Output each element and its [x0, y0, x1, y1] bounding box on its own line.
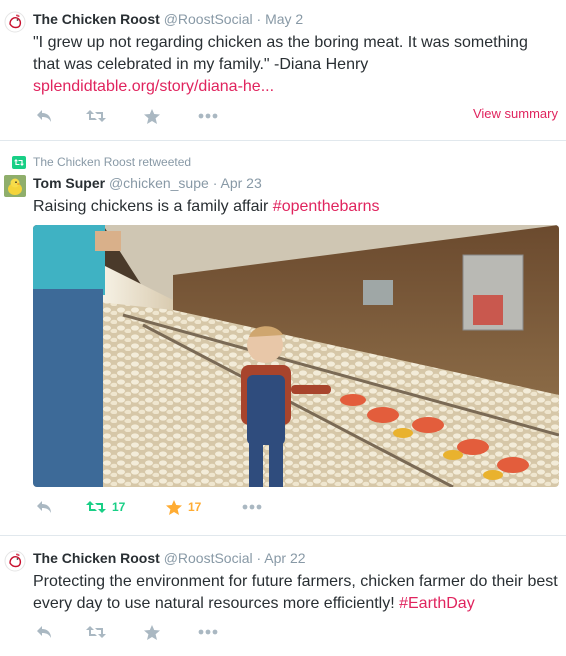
tweet-body: Protecting the environment for future fa… — [33, 573, 558, 612]
tweet-2[interactable]: The Chicken Roost retweeted Tom Super @c… — [0, 141, 566, 536]
star-icon — [166, 499, 182, 515]
hashtag-link[interactable]: #openthebarns — [273, 198, 380, 215]
separator-dot: · — [256, 550, 262, 566]
reply-button[interactable] — [36, 497, 53, 517]
chicken-logo-icon[interactable] — [4, 11, 26, 33]
favorite-button[interactable]: 17 — [166, 497, 201, 517]
author-handle[interactable]: @RoostSocial — [164, 11, 253, 27]
tweet-header: The Chicken Roost @RoostSocial · May 2 — [33, 11, 303, 27]
tweet-header: The Chicken Roost @RoostSocial · Apr 22 — [33, 550, 306, 566]
tweet-date[interactable]: Apr 22 — [264, 550, 305, 566]
retweet-count: 17 — [112, 500, 126, 514]
author-name[interactable]: The Chicken Roost — [33, 11, 160, 27]
star-icon — [144, 624, 160, 640]
reply-button[interactable] — [36, 622, 53, 642]
tweet-link[interactable]: splendidtable.org/story/diana-he... — [33, 78, 274, 95]
tweet-1[interactable]: The Chicken Roost @RoostSocial · May 2 "… — [0, 0, 566, 141]
more-icon — [242, 504, 262, 510]
more-button[interactable] — [198, 106, 218, 126]
retweet-icon — [86, 501, 106, 513]
favorite-count: 17 — [188, 500, 202, 514]
retweet-badge-icon — [12, 155, 26, 169]
more-icon — [198, 113, 218, 119]
separator-dot: · — [256, 11, 262, 27]
reply-button[interactable] — [36, 106, 53, 126]
retweet-icon — [86, 626, 106, 638]
author-handle[interactable]: @chicken_supe — [109, 175, 209, 191]
author-handle[interactable]: @RoostSocial — [164, 550, 253, 566]
tweet-photo[interactable] — [33, 225, 559, 487]
tweet-text: Protecting the environment for future fa… — [33, 571, 558, 615]
retweet-icon — [86, 110, 106, 122]
more-button[interactable] — [198, 622, 218, 642]
retweet-context: The Chicken Roost retweeted — [12, 155, 191, 169]
more-button[interactable] — [242, 497, 262, 517]
separator-dot: · — [212, 175, 218, 191]
author-name[interactable]: Tom Super — [33, 175, 105, 191]
favorite-button[interactable] — [144, 106, 160, 126]
star-icon — [144, 108, 160, 124]
favorite-button[interactable] — [144, 622, 160, 642]
tweet-text: "I grew up not regarding chicken as the … — [33, 32, 558, 98]
tweet-actions — [33, 622, 333, 642]
tweet-text: Raising chickens is a family affair #ope… — [33, 196, 558, 218]
chicken-logo-icon[interactable] — [4, 550, 26, 572]
retweet-button[interactable] — [86, 106, 106, 126]
tweet-date[interactable]: May 2 — [265, 11, 303, 27]
tweet-3[interactable]: The Chicken Roost @RoostSocial · Apr 22 … — [0, 536, 566, 656]
tweet-actions: 17 17 — [33, 497, 333, 517]
view-summary-link[interactable]: View summary — [473, 106, 558, 121]
tweet-body: "I grew up not regarding chicken as the … — [33, 34, 528, 73]
reply-icon — [37, 626, 51, 638]
tweet-actions — [33, 106, 333, 126]
hashtag-link[interactable]: #EarthDay — [399, 595, 475, 612]
reply-icon — [37, 501, 51, 513]
more-icon — [198, 629, 218, 635]
retweet-button[interactable]: 17 — [86, 497, 125, 517]
chick-avatar-icon[interactable] — [4, 175, 26, 197]
tweet-body: Raising chickens is a family affair — [33, 198, 273, 215]
tweet-date[interactable]: Apr 23 — [220, 175, 261, 191]
retweet-button[interactable] — [86, 622, 106, 642]
author-name[interactable]: The Chicken Roost — [33, 550, 160, 566]
retweeted-by-label[interactable]: The Chicken Roost retweeted — [33, 155, 191, 169]
tweet-header: Tom Super @chicken_supe · Apr 23 — [33, 175, 262, 191]
reply-icon — [37, 110, 51, 122]
